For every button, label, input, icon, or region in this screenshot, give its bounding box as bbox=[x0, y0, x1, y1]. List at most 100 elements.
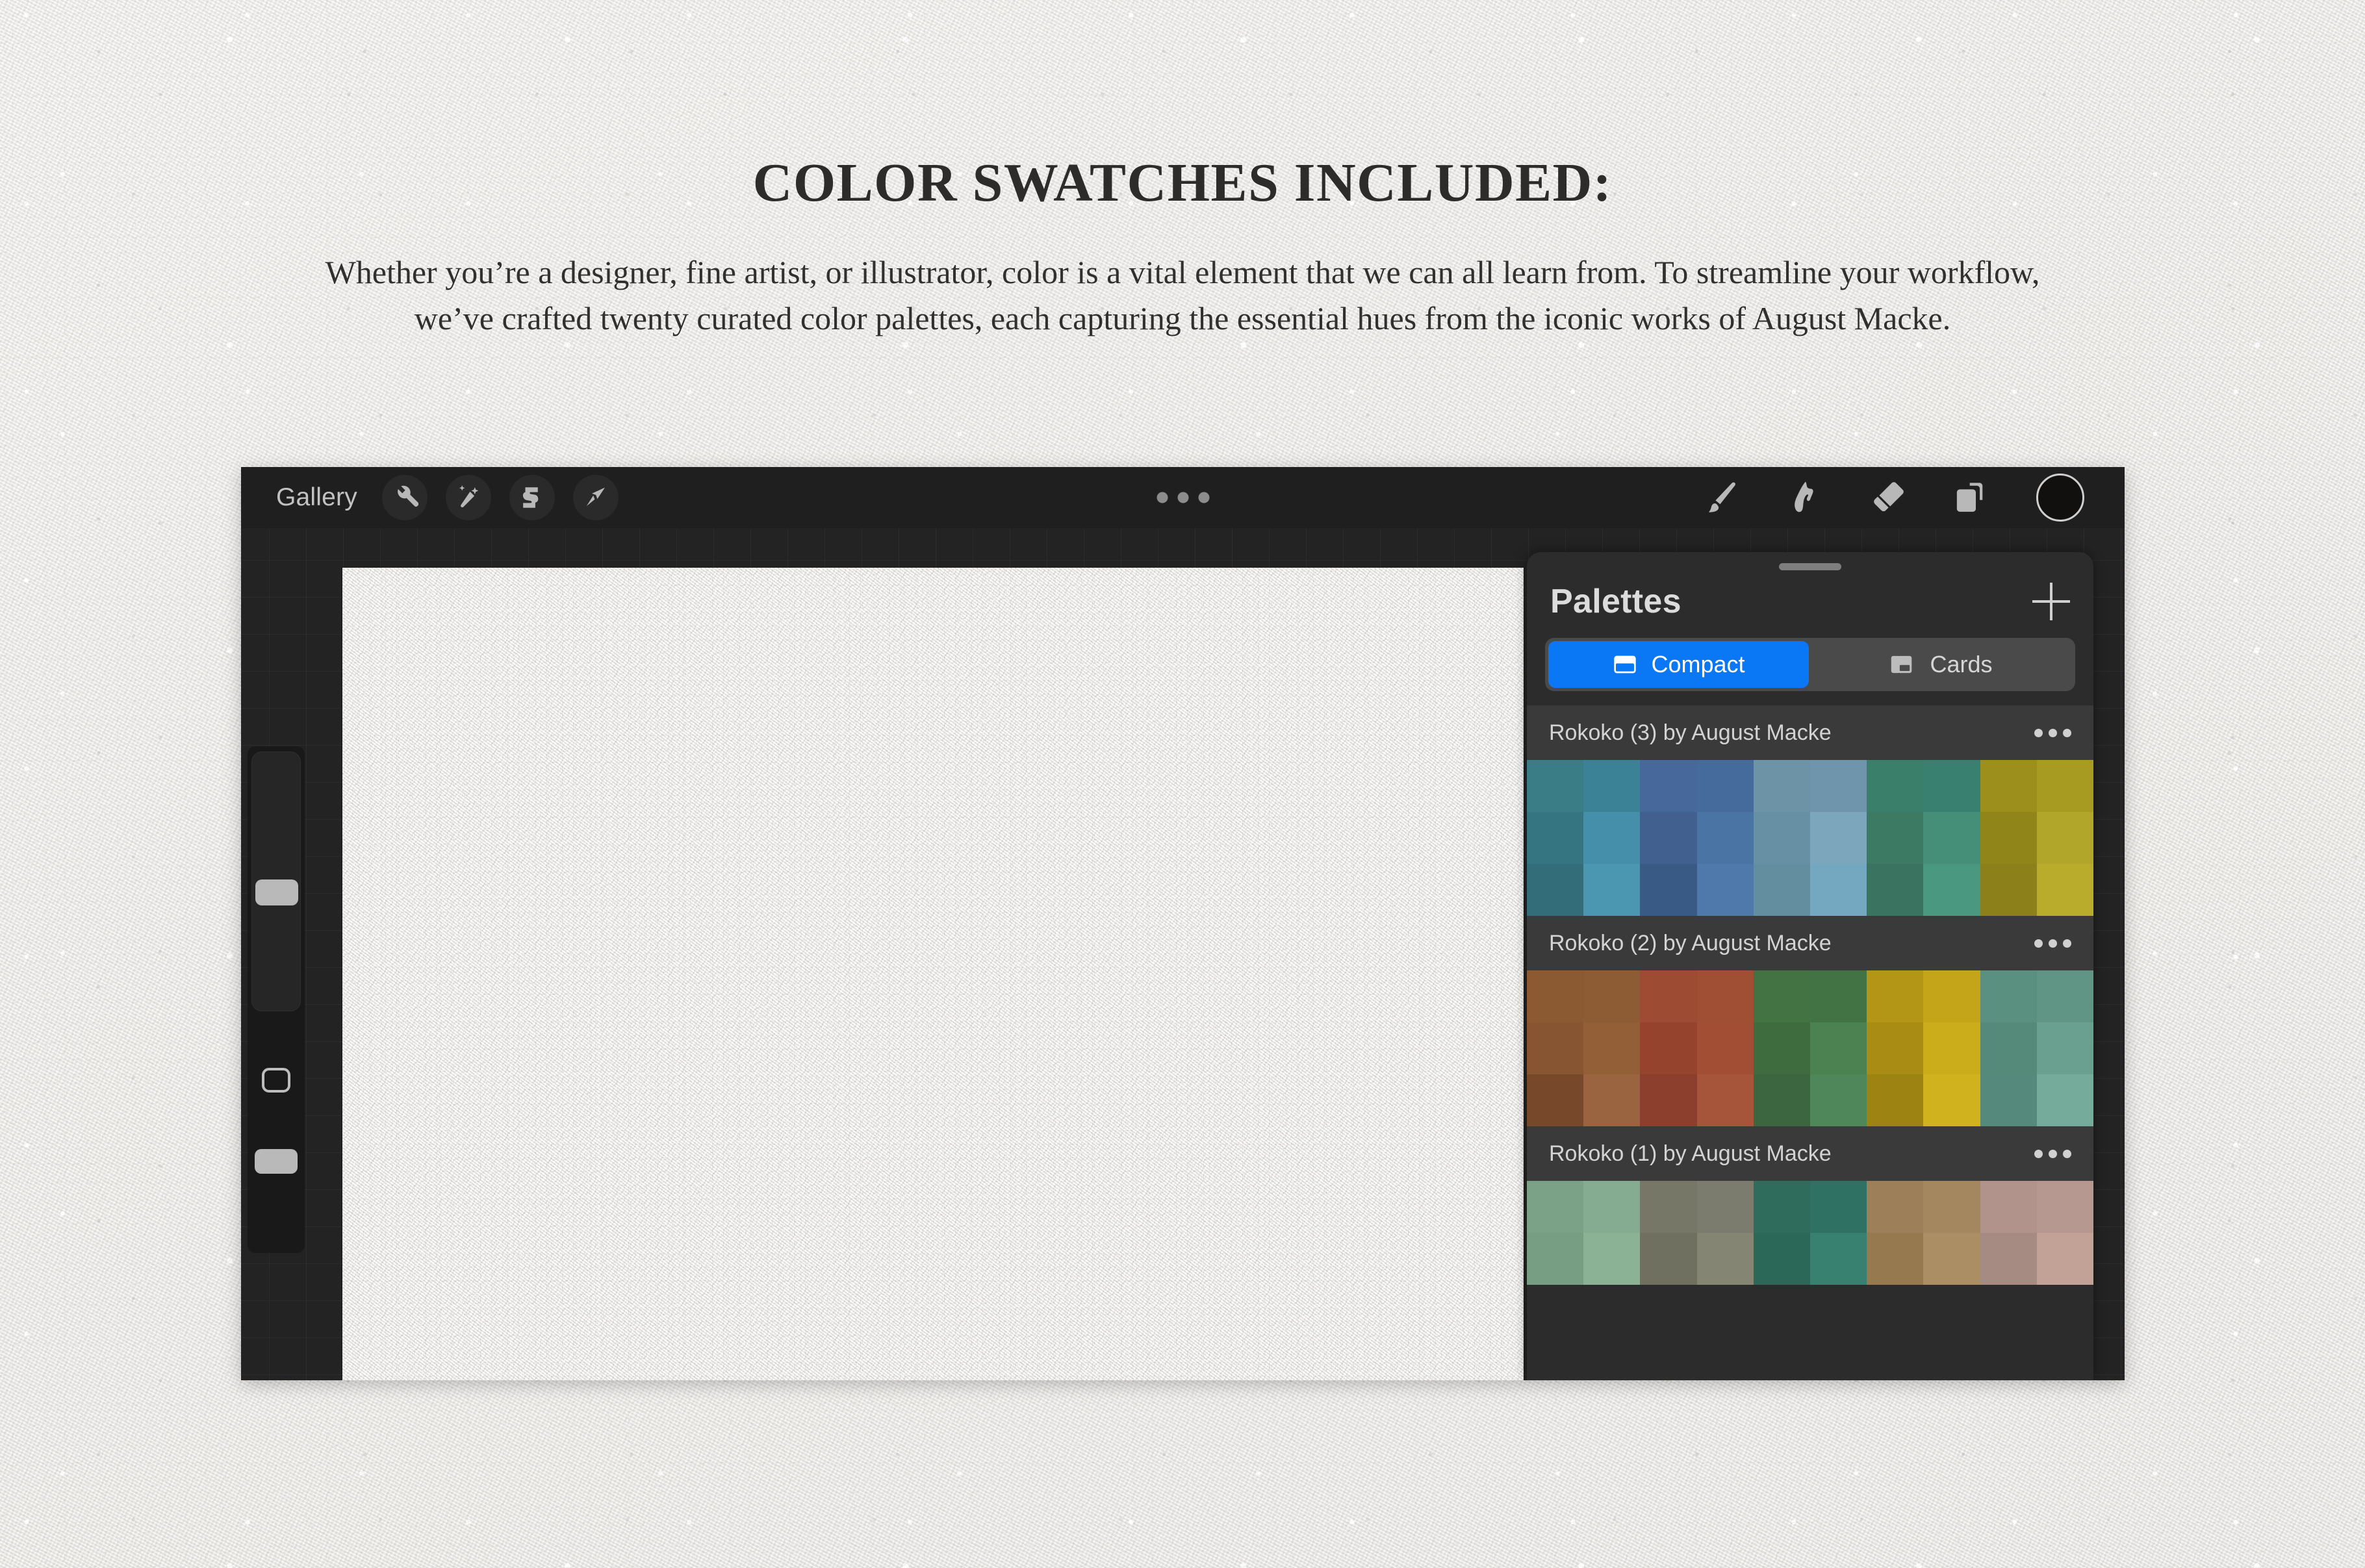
selection-icon[interactable] bbox=[509, 475, 555, 520]
palette-options-icon[interactable] bbox=[2034, 1149, 2071, 1158]
color-swatch[interactable] bbox=[1583, 760, 1641, 812]
color-swatch[interactable] bbox=[2036, 1074, 2093, 1126]
color-swatch[interactable] bbox=[1753, 760, 1810, 812]
color-swatch[interactable] bbox=[1640, 970, 1697, 1022]
color-swatch[interactable] bbox=[1583, 1074, 1641, 1126]
color-swatch[interactable] bbox=[1696, 1181, 1754, 1233]
color-swatch[interactable] bbox=[1640, 1181, 1697, 1233]
color-swatch[interactable] bbox=[2036, 812, 2093, 864]
transform-arrow-icon[interactable] bbox=[572, 475, 619, 520]
panel-drag-handle[interactable] bbox=[1779, 563, 1841, 570]
color-swatch[interactable] bbox=[1583, 1233, 1641, 1285]
drawing-canvas[interactable] bbox=[342, 568, 1524, 1380]
color-swatch[interactable] bbox=[1980, 1233, 2037, 1285]
color-swatch[interactable] bbox=[1867, 864, 1924, 916]
color-swatch-button[interactable] bbox=[2036, 474, 2084, 522]
color-swatch[interactable] bbox=[1640, 1074, 1697, 1126]
add-palette-icon[interactable] bbox=[2032, 583, 2070, 620]
more-options-icon[interactable] bbox=[1157, 492, 1209, 503]
paintbrush-icon[interactable] bbox=[1704, 479, 1740, 516]
color-swatch[interactable] bbox=[1867, 1074, 1924, 1126]
layers-icon[interactable] bbox=[1953, 479, 1989, 516]
tab-compact[interactable]: Compact bbox=[1548, 641, 1809, 688]
color-swatch[interactable] bbox=[1640, 864, 1697, 916]
color-swatch[interactable] bbox=[1980, 864, 2037, 916]
smudge-icon[interactable] bbox=[1787, 479, 1823, 516]
color-swatch[interactable] bbox=[1696, 1233, 1754, 1285]
color-swatch[interactable] bbox=[1640, 1233, 1697, 1285]
color-swatch[interactable] bbox=[1923, 1181, 1980, 1233]
color-swatch[interactable] bbox=[1640, 812, 1697, 864]
color-swatch[interactable] bbox=[1809, 970, 1867, 1022]
color-swatch[interactable] bbox=[1753, 864, 1810, 916]
color-swatch[interactable] bbox=[1867, 812, 1924, 864]
color-swatch[interactable] bbox=[1753, 1022, 1810, 1074]
color-swatch[interactable] bbox=[1640, 760, 1697, 812]
color-swatch[interactable] bbox=[1696, 812, 1754, 864]
tab-cards[interactable]: Cards bbox=[1811, 641, 2072, 688]
color-swatch[interactable] bbox=[1696, 1022, 1754, 1074]
color-swatch[interactable] bbox=[1980, 1022, 2037, 1074]
color-swatch[interactable] bbox=[1753, 1074, 1810, 1126]
color-swatch[interactable] bbox=[1923, 812, 1980, 864]
color-swatch[interactable] bbox=[1923, 1022, 1980, 1074]
color-swatch[interactable] bbox=[1527, 812, 1584, 864]
color-swatch[interactable] bbox=[1527, 864, 1584, 916]
palette-options-icon[interactable] bbox=[2034, 728, 2071, 737]
color-swatch[interactable] bbox=[1809, 1181, 1867, 1233]
eraser-icon[interactable] bbox=[1870, 479, 1906, 516]
color-swatch[interactable] bbox=[1753, 1181, 1810, 1233]
color-swatch[interactable] bbox=[2036, 1233, 2093, 1285]
opacity-slider-handle[interactable] bbox=[255, 1149, 298, 1174]
color-swatch[interactable] bbox=[1809, 1074, 1867, 1126]
color-swatch[interactable] bbox=[1923, 864, 1980, 916]
color-swatch[interactable] bbox=[1923, 760, 1980, 812]
color-swatch[interactable] bbox=[1867, 1181, 1924, 1233]
palette-options-icon[interactable] bbox=[2034, 939, 2071, 948]
brush-size-handle[interactable] bbox=[255, 879, 298, 905]
color-swatch[interactable] bbox=[1867, 970, 1924, 1022]
color-swatch[interactable] bbox=[1809, 760, 1867, 812]
color-swatch[interactable] bbox=[1583, 864, 1641, 916]
color-swatch[interactable] bbox=[1923, 1233, 1980, 1285]
color-swatch[interactable] bbox=[2036, 970, 2093, 1022]
color-swatch[interactable] bbox=[1980, 1074, 2037, 1126]
actions-wrench-icon[interactable] bbox=[381, 475, 428, 520]
color-swatch[interactable] bbox=[1527, 1181, 1584, 1233]
color-swatch[interactable] bbox=[1583, 812, 1641, 864]
color-swatch[interactable] bbox=[2036, 1022, 2093, 1074]
color-swatch[interactable] bbox=[1980, 970, 2037, 1022]
color-swatch[interactable] bbox=[1696, 970, 1754, 1022]
color-swatch[interactable] bbox=[2036, 760, 2093, 812]
color-swatch[interactable] bbox=[1583, 970, 1641, 1022]
color-swatch[interactable] bbox=[1527, 1233, 1584, 1285]
color-swatch[interactable] bbox=[1753, 970, 1810, 1022]
color-swatch[interactable] bbox=[1527, 1074, 1584, 1126]
color-swatch[interactable] bbox=[1527, 760, 1584, 812]
color-swatch[interactable] bbox=[1640, 1022, 1697, 1074]
color-swatch[interactable] bbox=[1583, 1022, 1641, 1074]
color-swatch[interactable] bbox=[1809, 1022, 1867, 1074]
color-swatch[interactable] bbox=[1527, 1022, 1584, 1074]
color-swatch[interactable] bbox=[1809, 1233, 1867, 1285]
color-swatch[interactable] bbox=[1809, 864, 1867, 916]
color-swatch[interactable] bbox=[1980, 760, 2037, 812]
color-swatch[interactable] bbox=[1696, 760, 1754, 812]
color-swatch[interactable] bbox=[1980, 1181, 2037, 1233]
color-swatch[interactable] bbox=[2036, 864, 2093, 916]
color-swatch[interactable] bbox=[1696, 1074, 1754, 1126]
color-swatch[interactable] bbox=[2036, 1181, 2093, 1233]
color-swatch[interactable] bbox=[1980, 812, 2037, 864]
color-swatch[interactable] bbox=[1696, 864, 1754, 916]
brush-size-slider[interactable] bbox=[251, 752, 301, 1011]
color-swatch[interactable] bbox=[1867, 760, 1924, 812]
color-swatch[interactable] bbox=[1923, 970, 1980, 1022]
color-swatch[interactable] bbox=[1867, 1233, 1924, 1285]
color-swatch[interactable] bbox=[1753, 812, 1810, 864]
color-swatch[interactable] bbox=[1809, 812, 1867, 864]
color-swatch[interactable] bbox=[1867, 1022, 1924, 1074]
modify-button[interactable] bbox=[262, 1068, 290, 1093]
color-swatch[interactable] bbox=[1923, 1074, 1980, 1126]
color-swatch[interactable] bbox=[1527, 970, 1584, 1022]
color-swatch[interactable] bbox=[1753, 1233, 1810, 1285]
